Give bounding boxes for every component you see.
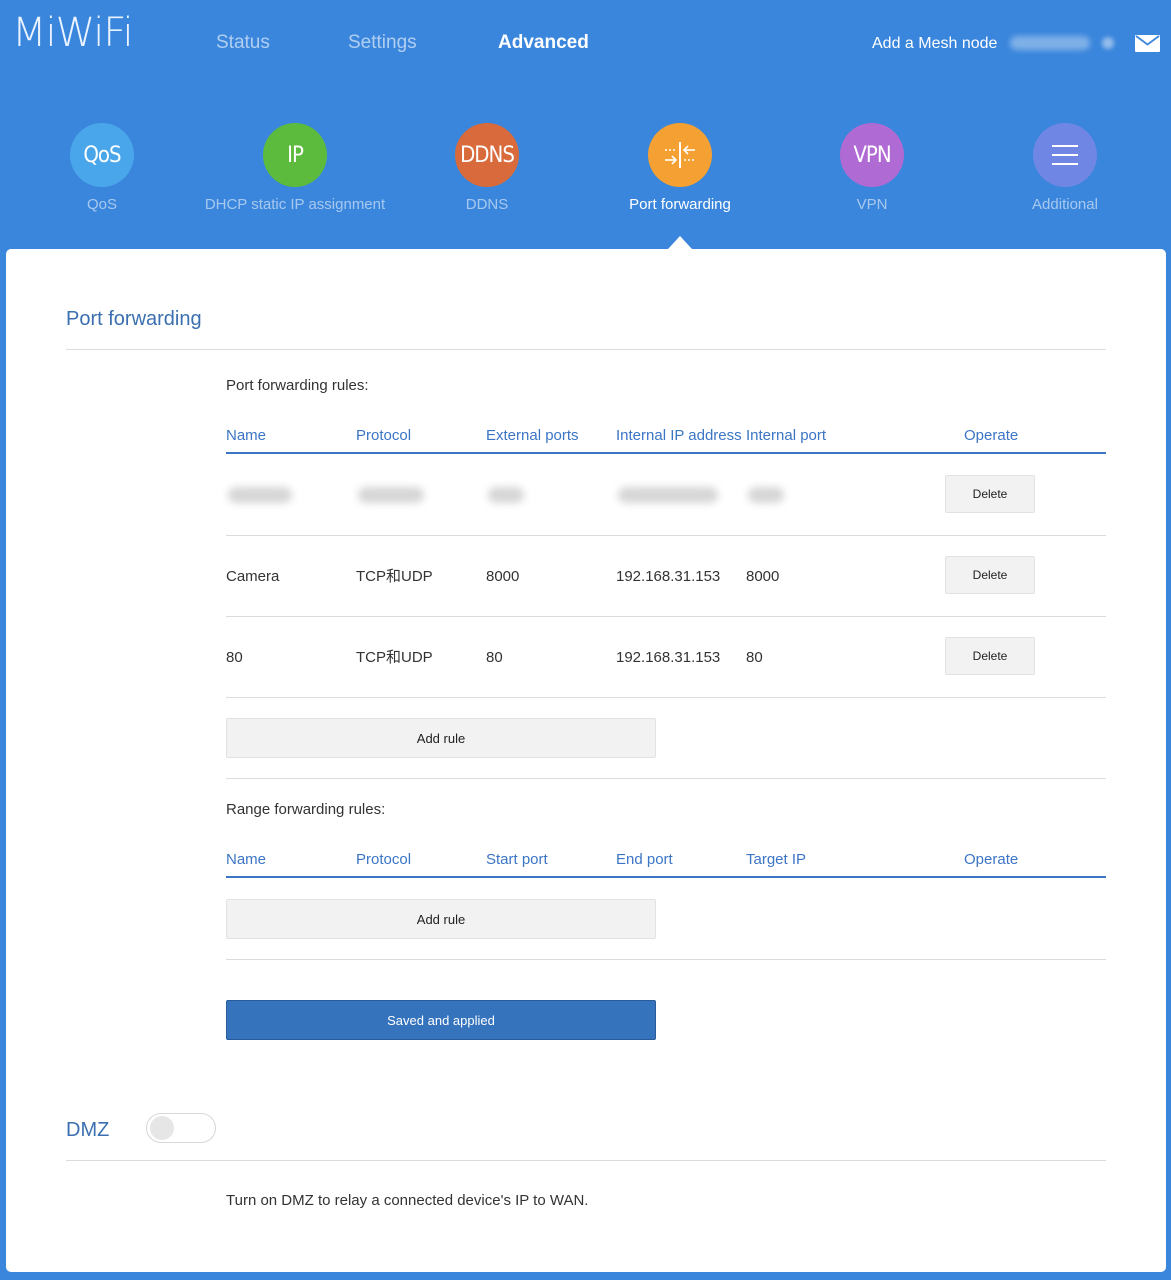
range-forwarding-rules-heading: Range forwarding rules:: [226, 801, 386, 818]
table-header-underline: [226, 876, 1106, 878]
ip-icon: IP: [263, 123, 327, 187]
feature-label: Additional: [1032, 196, 1098, 213]
delete-button[interactable]: Delete: [945, 556, 1035, 594]
table-header-underline: [226, 452, 1106, 454]
delete-button[interactable]: Delete: [945, 637, 1035, 675]
col-end-port: End port: [616, 851, 673, 868]
redacted-name: [228, 487, 292, 503]
add-mesh-node-link[interactable]: Add a Mesh node: [872, 33, 997, 55]
ddns-icon: DDNS: [455, 123, 519, 187]
col-operate: Operate: [964, 427, 1019, 444]
dmz-description: Turn on DMZ to relay a connected device'…: [226, 1192, 589, 1209]
cell-internal-ip: 192.168.31.153: [616, 649, 721, 666]
col-protocol: Protocol: [356, 427, 412, 444]
row-divider: [226, 535, 1106, 536]
redacted-protocol: [358, 487, 424, 503]
col-operate: Operate: [964, 851, 1019, 868]
divider: [66, 1160, 1106, 1161]
col-external-ports: External ports: [486, 427, 579, 444]
cell-internal-ip: 192.168.31.153: [616, 568, 721, 585]
col-target-ip: Target IP: [746, 851, 807, 868]
dmz-toggle[interactable]: [146, 1113, 216, 1143]
row-divider: [226, 616, 1106, 617]
cell-name: Camera: [226, 568, 280, 585]
col-protocol: Protocol: [356, 851, 412, 868]
cell-external-ports: 80: [486, 649, 503, 666]
feature-additional[interactable]: Additional: [945, 123, 1171, 215]
vpn-icon: VPN: [840, 123, 904, 187]
port-forwarding-title: Port forwarding: [66, 308, 202, 330]
col-name: Name: [226, 851, 267, 868]
nav-status[interactable]: Status: [216, 31, 270, 55]
delete-button[interactable]: Delete: [945, 475, 1035, 513]
col-internal-port: Internal port: [746, 427, 827, 444]
divider: [66, 349, 1106, 350]
cell-protocol: TCP和UDP: [356, 568, 433, 585]
col-internal-ip: Internal IP address: [616, 427, 742, 444]
divider: [226, 959, 1106, 960]
menu-icon: [1033, 123, 1097, 187]
nav-advanced[interactable]: Advanced: [498, 31, 589, 55]
cell-internal-port: 80: [746, 649, 763, 666]
cell-external-ports: 8000: [486, 568, 520, 585]
redacted-internal-ip: [618, 487, 718, 503]
add-rule-button[interactable]: Add rule: [226, 718, 656, 758]
add-range-rule-button[interactable]: Add rule: [226, 899, 656, 939]
cell-protocol: TCP和UDP: [356, 649, 433, 666]
row-divider: [226, 697, 1106, 698]
account-name-redacted[interactable]: [1010, 36, 1090, 50]
col-name: Name: [226, 427, 267, 444]
account-indicator-redacted: [1102, 37, 1114, 49]
miwifi-logo: MiWiFi: [12, 10, 134, 56]
content-card: Port forwarding Port forwarding rules: N…: [6, 249, 1166, 1272]
dmz-title: DMZ: [66, 1119, 110, 1141]
cell-name: 80: [226, 649, 243, 666]
redacted-internal-port: [748, 487, 784, 503]
port-forwarding-icon: [648, 123, 712, 187]
cell-internal-port: 8000: [746, 568, 780, 585]
toggle-knob: [150, 1116, 174, 1140]
port-forwarding-rules-heading: Port forwarding rules:: [226, 377, 369, 394]
mail-icon[interactable]: [1135, 35, 1160, 52]
qos-icon: QoS: [70, 123, 134, 187]
nav-settings[interactable]: Settings: [348, 31, 417, 55]
redacted-external-port: [488, 487, 524, 503]
col-start-port: Start port: [486, 851, 548, 868]
save-and-apply-button[interactable]: Saved and applied: [226, 1000, 656, 1040]
active-tab-pointer: [668, 236, 692, 249]
divider: [226, 778, 1106, 779]
